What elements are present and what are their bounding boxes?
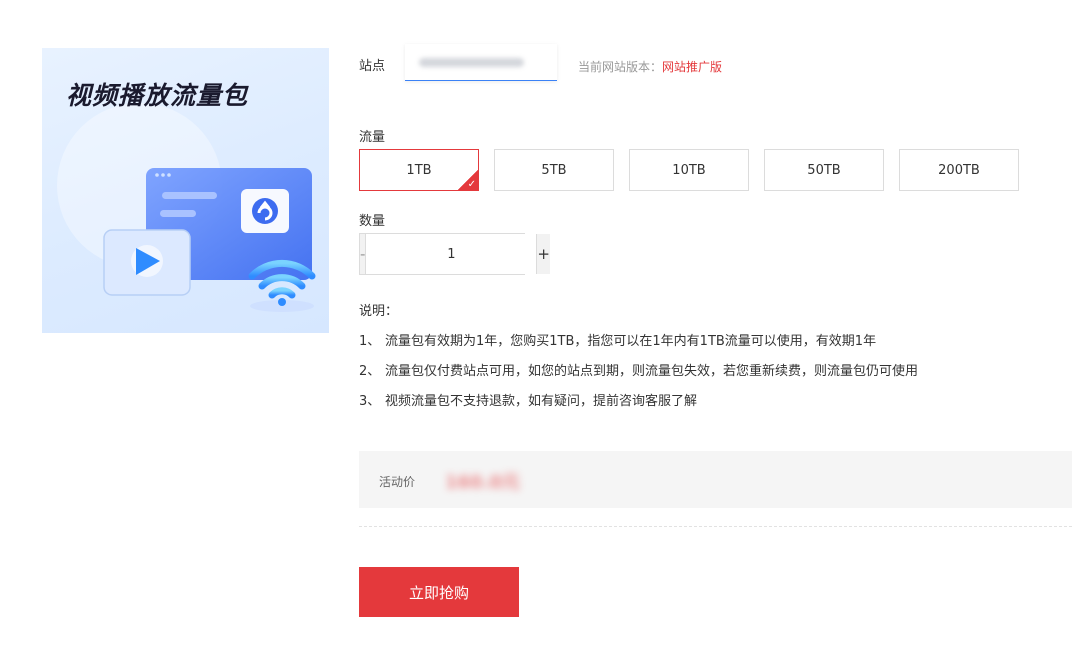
divider (359, 526, 1072, 527)
description-item-text: 视频流量包不支持退款，如有疑问，提前咨询客服了解 (385, 394, 698, 409)
traffic-option-200tb[interactable]: 200TB (899, 149, 1019, 191)
price-bar: 活动价 160.0元 (359, 451, 1072, 508)
description-item-text: 流量包仅付费站点可用，如您的站点到期，则流量包失效，若您重新续费，则流量包仍可使… (385, 364, 919, 379)
quantity-stepper: - + (359, 233, 550, 275)
traffic-option-label: 50TB (807, 162, 841, 178)
traffic-option-50tb[interactable]: 50TB (764, 149, 884, 191)
version-info: 当前网站版本：网站推广版 (578, 58, 722, 75)
buy-now-button[interactable]: 立即抢购 (359, 567, 519, 617)
description-item-text: 流量包有效期为1年，您购买1TB，指您可以在1年内有1TB流量可以使用，有效期1… (385, 334, 877, 349)
price-label: 活动价 (379, 475, 416, 489)
description-item-number: 1、 (359, 334, 381, 349)
description-item-number: 3、 (359, 394, 381, 409)
traffic-option-5tb[interactable]: 5TB (494, 149, 614, 191)
selected-check-icon: ✓ (457, 169, 479, 191)
traffic-option-label: 200TB (938, 162, 980, 178)
traffic-option-label: 5TB (541, 162, 567, 178)
description-title: 说明： (359, 304, 399, 319)
price-value: 160.0元 (445, 472, 520, 493)
quantity-label: 数量 (359, 214, 386, 229)
description-item: 3、 视频流量包不支持退款，如有疑问，提前咨询客服了解 (359, 390, 697, 409)
version-prefix: 当前网站版本： (578, 60, 663, 74)
product-image: 视频播放流量包 (42, 48, 329, 333)
play-icon (103, 229, 191, 296)
site-select-value-blurred (419, 58, 524, 67)
site-label: 站点 (359, 59, 386, 74)
product-illustration (103, 168, 316, 312)
version-value: 网站推广版 (662, 60, 723, 74)
traffic-option-label: 1TB (406, 162, 432, 178)
traffic-option-1tb[interactable]: 1TB ✓ (359, 149, 479, 191)
traffic-label: 流量 (359, 130, 386, 145)
quantity-increment-button[interactable]: + (536, 234, 550, 274)
upload-icon (241, 189, 289, 233)
traffic-option-label: 10TB (672, 162, 706, 178)
description-item: 2、 流量包仅付费站点可用，如您的站点到期，则流量包失效，若您重新续费，则流量包仍… (359, 360, 918, 379)
description-item: 1、 流量包有效期为1年，您购买1TB，指您可以在1年内有1TB流量可以使用，有效… (359, 330, 876, 349)
quantity-input[interactable] (366, 234, 537, 274)
site-select[interactable] (405, 44, 557, 81)
traffic-option-10tb[interactable]: 10TB (629, 149, 749, 191)
description-item-number: 2、 (359, 364, 381, 379)
